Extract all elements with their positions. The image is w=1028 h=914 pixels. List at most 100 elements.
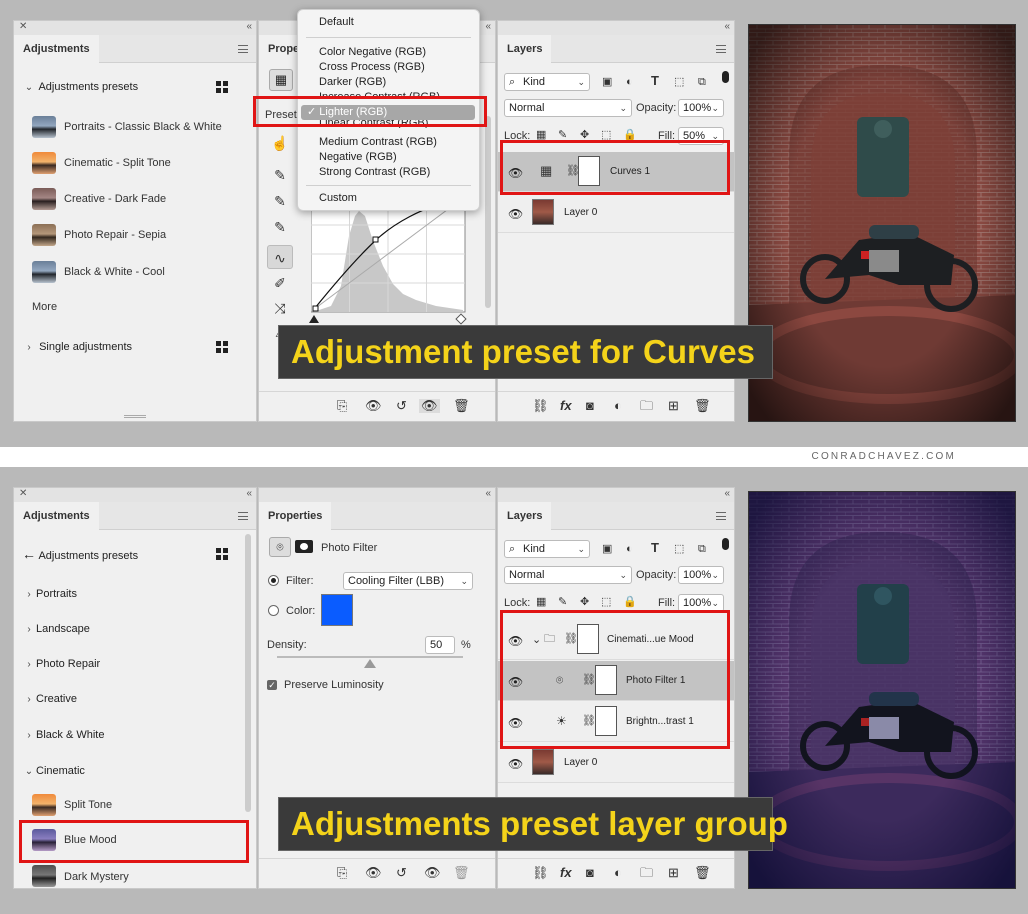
new-adjustment-icon[interactable]: ◐ [614,399,622,413]
layer-name[interactable]: Layer 0 [564,207,597,219]
preset-group[interactable]: › Black & White [14,725,256,745]
collapse-icon[interactable]: « [485,488,491,499]
curve-point-icon[interactable]: ∿ [267,245,293,269]
trash-icon[interactable]: 🗑 [453,866,470,880]
new-layer-icon[interactable]: ⊞ [668,866,679,880]
tab-adjustments[interactable]: Adjustments [14,35,99,63]
filter-type-icon[interactable]: T [651,74,659,88]
visibility-icon[interactable]: 👁 [508,207,523,221]
collapse-icon[interactable]: « [724,488,730,499]
kind-filter[interactable]: ⌕ Kind ⌄ [504,73,590,91]
filter-pixel-icon[interactable]: ▣ [602,542,612,556]
menu-item[interactable]: Color Negative (RGB) [298,45,479,60]
eyedropper-black-icon[interactable]: ✎ [267,163,293,187]
panel-menu-icon[interactable] [238,45,248,53]
reset-icon[interactable]: ↺ [396,399,407,413]
menu-item[interactable]: Darker (RGB) [298,75,479,90]
reset-icon[interactable]: ↺ [396,866,407,880]
layer-name[interactable]: Layer 0 [564,757,597,769]
opacity-field[interactable]: 100% ⌄ [678,99,724,117]
layer-row[interactable]: 👁 Layer 0 [498,193,734,233]
filter-type-icon[interactable]: T [651,541,659,555]
fx-icon[interactable]: fx [560,399,572,413]
preset-item[interactable]: Portraits - Classic Black & White [14,115,254,139]
layer-row[interactable]: 👁 Layer 0 [498,743,734,783]
new-layer-icon[interactable]: ⊞ [668,399,679,413]
color-swatch[interactable] [321,594,353,626]
scrollbar[interactable] [245,534,251,812]
collapse-icon[interactable]: « [246,21,252,32]
new-adjustment-icon[interactable]: ◐ [614,866,622,880]
pencil-icon[interactable]: ✐ [267,271,293,295]
add-mask-icon[interactable]: ◙ [586,866,594,880]
more-link[interactable]: More [32,300,57,314]
tab-adjustments[interactable]: Adjustments [14,502,99,530]
visibility-icon[interactable]: 👁 [419,399,440,413]
preset-item[interactable]: Black & White - Cool [14,260,254,284]
menu-item[interactable]: Cross Process (RGB) [298,60,479,75]
filter-toggle[interactable] [722,538,729,550]
link-layers-icon[interactable]: ⛓ [532,866,549,880]
collapse-icon[interactable]: « [485,21,491,32]
filter-smartobject-icon[interactable]: ⧉ [698,75,706,89]
preset-item[interactable]: Photo Repair - Sepia [14,223,254,247]
color-radio[interactable] [268,605,279,616]
preset-group[interactable]: ⌄ Cinematic [14,761,256,781]
new-group-icon[interactable]: 🗀 [640,399,653,413]
tab-layers[interactable]: Layers [498,35,552,63]
menu-item[interactable]: Medium Contrast (RGB) [298,135,479,150]
lock-position-icon[interactable]: ✥ [580,595,589,609]
lock-all-icon[interactable]: 🔒 [623,595,637,609]
curves-graph[interactable] [311,196,466,314]
eyedropper-gray-icon[interactable]: ✎ [267,189,293,213]
menu-item[interactable]: Strong Contrast (RGB) [298,165,479,180]
filter-shape-icon[interactable]: ⬚ [674,75,684,89]
panel-menu-icon[interactable] [716,512,726,520]
visibility-icon[interactable]: 👁 [508,757,523,771]
lock-transparent-icon[interactable]: ▦ [536,595,546,609]
preset-group[interactable]: › Landscape [14,619,256,639]
collapse-icon[interactable]: « [246,488,252,499]
opacity-field[interactable]: 100% ⌄ [678,566,724,584]
target-adjust-icon[interactable]: ☝ [267,131,293,155]
eyedropper-white-icon[interactable]: ✎ [267,215,293,239]
filter-pixel-icon[interactable]: ▣ [602,75,612,89]
resize-grip[interactable] [124,415,146,418]
preset-item[interactable]: Split Tone [14,793,244,817]
preset-item[interactable]: Dark Mystery [14,864,244,888]
trash-icon[interactable]: 🗑 [694,399,711,413]
lock-artboard-icon[interactable]: ⬚ [601,595,611,609]
trash-icon[interactable]: 🗑 [453,399,470,413]
collapse-icon[interactable]: « [724,21,730,32]
new-group-icon[interactable]: 🗀 [640,866,653,880]
menu-item-default[interactable]: Default [298,15,479,30]
preset-item[interactable]: Cinematic - Split Tone [14,151,254,175]
clip-to-layer-icon[interactable]: ⎘ [337,866,347,880]
blend-mode-select[interactable]: Normal ⌄ [504,566,632,584]
panel-menu-icon[interactable] [716,45,726,53]
white-point-slider[interactable] [455,313,467,325]
preset-group[interactable]: › Photo Repair [14,654,256,674]
filter-toggle[interactable] [722,71,729,83]
filter-adjustment-icon[interactable]: ◐ [626,75,633,89]
visibility-icon[interactable]: 👁 [424,866,441,880]
panel-menu-icon[interactable] [238,512,248,520]
link-layers-icon[interactable]: ⛓ [532,399,549,413]
filter-adjustment-icon[interactable]: ◐ [626,542,633,556]
density-field[interactable]: 50 [425,636,455,654]
trash-icon[interactable]: 🗑 [694,866,711,880]
preset-group[interactable]: › Creative [14,689,256,709]
menu-item[interactable]: Negative (RGB) [298,150,479,165]
lock-paint-icon[interactable]: ✎ [558,595,567,609]
scrollbar[interactable] [485,116,491,308]
grid-view-icon[interactable] [216,81,228,93]
tab-layers[interactable]: Layers [498,502,552,530]
preset-group[interactable]: › Portraits [14,584,256,604]
view-previous-icon[interactable]: 👁 [365,866,382,880]
fx-icon[interactable]: fx [560,866,572,880]
grid-view-icon[interactable] [216,341,228,353]
filter-shape-icon[interactable]: ⬚ [674,542,684,556]
preserve-checkbox[interactable]: ✓ [267,680,277,690]
add-mask-icon[interactable]: ◙ [586,399,594,413]
menu-item-custom[interactable]: Custom [298,191,479,206]
